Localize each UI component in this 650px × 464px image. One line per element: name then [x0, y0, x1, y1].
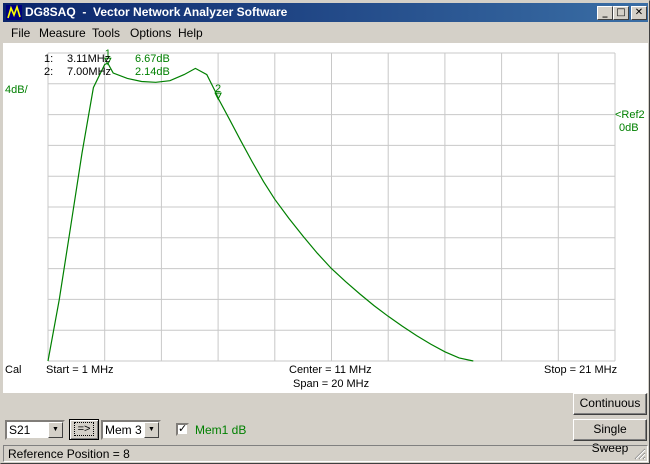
menu-help[interactable]: Help: [178, 26, 203, 40]
resize-grip-icon[interactable]: [634, 448, 646, 460]
memory-select-value: Mem 3: [105, 423, 142, 437]
span-label: Span = 20 MHz: [293, 378, 370, 390]
ref-value: 0dB: [619, 122, 639, 134]
copy-to-memory-button[interactable]: =>: [69, 419, 99, 440]
marker-2-value: 2.14dB: [135, 66, 170, 78]
marker-2-freq: 7.00MHz: [67, 66, 112, 78]
chevron-down-icon[interactable]: ▼: [48, 422, 63, 438]
cal-label: Cal: [5, 364, 22, 376]
continuous-button[interactable]: Continuous: [573, 393, 647, 415]
title-bar[interactable]: DG8SAQ - Vector Network Analyzer Softwar…: [3, 3, 648, 22]
mem-checkbox-label[interactable]: Mem1 dB: [195, 423, 246, 437]
menu-file[interactable]: File: [11, 26, 30, 40]
menu-bar: File Measure Tools Options Help: [3, 23, 648, 42]
plot-canvas[interactable]: 12: [3, 43, 648, 393]
marker-1-value: 6.67dB: [135, 53, 170, 65]
trace-s21: [47, 62, 474, 362]
minimize-button[interactable]: _: [597, 6, 613, 20]
mem-checkbox[interactable]: ✓: [176, 423, 189, 436]
maximize-button[interactable]: □: [613, 6, 629, 20]
status-bar: Reference Position = 8: [3, 445, 648, 462]
window-title: DG8SAQ - Vector Network Analyzer Softwar…: [25, 5, 288, 19]
plot-grid: [47, 52, 616, 362]
menu-tools[interactable]: Tools: [92, 26, 120, 40]
app-window: DG8SAQ - Vector Network Analyzer Softwar…: [0, 0, 650, 464]
scale-label: 4dB/: [5, 84, 28, 96]
single-sweep-button[interactable]: Single Sweep: [573, 419, 647, 455]
control-panel: S21 ▼ => Mem 3 ▼ ✓ Mem1 dB Continuous Si…: [3, 393, 648, 455]
param-select-value: S21: [9, 423, 31, 437]
marker-1-freq: 3.11MHz: [67, 53, 111, 65]
close-button[interactable]: ✕: [631, 6, 647, 20]
ref-label: <Ref2: [615, 109, 645, 121]
memory-select[interactable]: Mem 3 ▼: [101, 420, 161, 440]
menu-options[interactable]: Options: [130, 26, 171, 40]
marker-2-num: 2:: [44, 66, 54, 78]
plot-area[interactable]: 12 1: 3.11MHz 6.67dB 2: 7.00MHz 2.14dB 4…: [3, 43, 648, 393]
center-label: Center = 11 MHz: [289, 364, 372, 376]
copy-button-label: =>: [73, 422, 95, 436]
start-label: Start = 1 MHz: [46, 364, 114, 376]
app-icon: [6, 5, 22, 20]
status-text: Reference Position = 8: [8, 447, 130, 461]
param-select[interactable]: S21 ▼: [5, 420, 65, 440]
stop-label: Stop = 21 MHz: [544, 364, 618, 376]
marker-1-num: 1:: [44, 53, 54, 65]
chevron-down-icon[interactable]: ▼: [144, 422, 159, 438]
menu-measure[interactable]: Measure: [39, 26, 86, 40]
check-icon: ✓: [178, 423, 188, 435]
